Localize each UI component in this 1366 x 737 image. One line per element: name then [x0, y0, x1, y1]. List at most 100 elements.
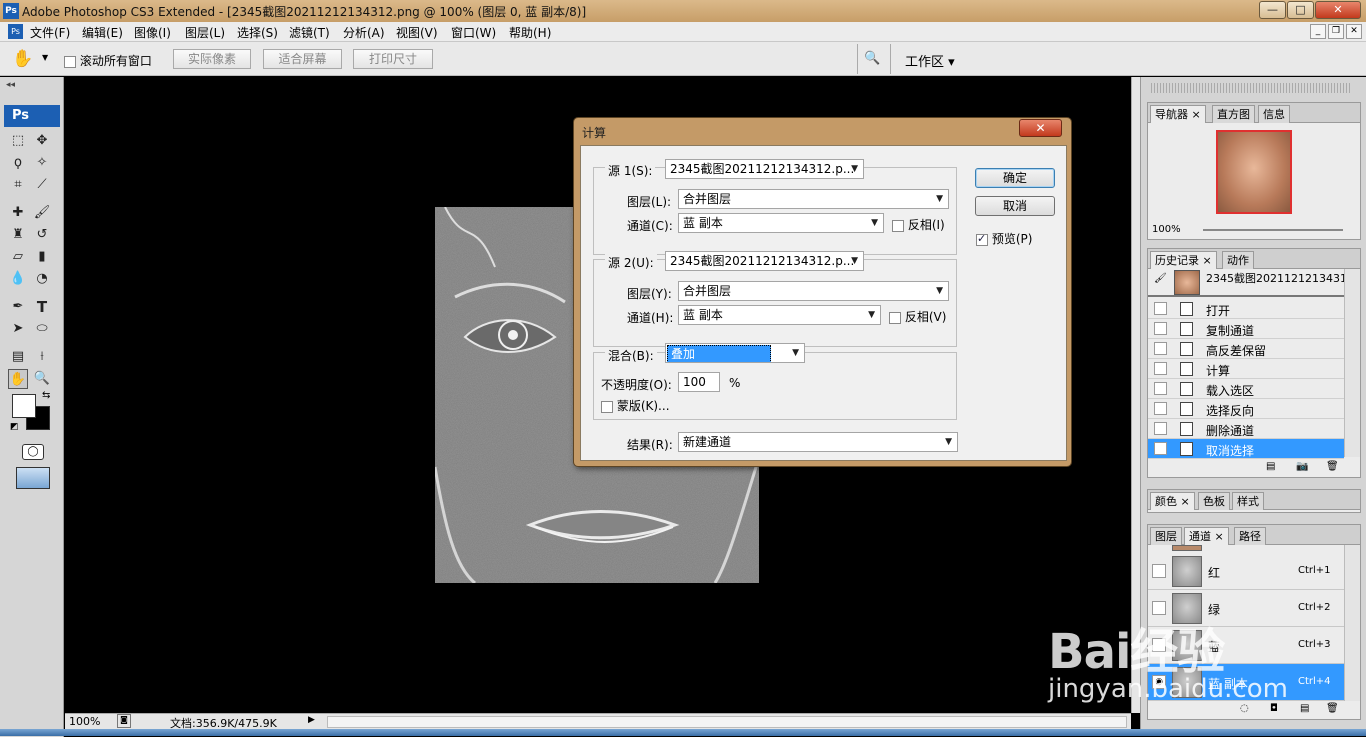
mask-option[interactable]: 蒙版(K)... — [601, 397, 670, 414]
zoom-tool-icon[interactable]: 🔍 — [32, 369, 52, 389]
history-source-box[interactable] — [1154, 382, 1167, 395]
zoom-slider[interactable] — [1203, 229, 1343, 231]
minimize-icon[interactable]: — — [1259, 1, 1286, 19]
tab-channels[interactable]: 通道 × — [1184, 527, 1229, 545]
visibility-toggle[interactable] — [1152, 564, 1166, 578]
tab-swatches[interactable]: 色板 — [1198, 492, 1230, 510]
print-size-button[interactable]: 打印尺寸 — [353, 49, 433, 69]
history-item[interactable]: 取消选择 — [1148, 439, 1344, 459]
tab-history[interactable]: 历史记录 × — [1150, 251, 1217, 269]
history-item[interactable]: 复制通道 — [1148, 319, 1344, 339]
snapshot-brush-icon[interactable]: 🖌 — [1154, 273, 1167, 284]
healing-brush-icon[interactable]: ✚ — [8, 203, 28, 223]
history-source-box[interactable] — [1154, 302, 1167, 315]
clone-stamp-icon[interactable]: ♜ — [8, 225, 28, 245]
channel-row[interactable]: 红 Ctrl+1 — [1148, 553, 1344, 590]
crop-tool-icon[interactable]: ⌗ — [8, 175, 28, 195]
layer2-select[interactable]: 合并图层 ▼ — [678, 281, 949, 301]
maximize-icon[interactable]: □ — [1287, 1, 1314, 19]
doc-minimize-icon[interactable]: _ — [1310, 24, 1326, 39]
menu-filter[interactable]: 滤镜(T) — [289, 24, 330, 41]
channel1-select[interactable]: 蓝 副本 ▼ — [678, 213, 884, 233]
pen-tool-icon[interactable]: ✒ — [8, 297, 28, 317]
blur-tool-icon[interactable]: 💧 — [8, 269, 28, 289]
move-tool-icon[interactable]: ✥ — [32, 131, 52, 151]
history-item[interactable]: 载入选区 — [1148, 379, 1344, 399]
tool-preset-arrow-icon[interactable]: ▼ — [42, 53, 48, 62]
preview-option[interactable]: 预览(P) — [976, 230, 1032, 247]
delete-channel-icon[interactable]: 🗑 — [1326, 703, 1339, 714]
invert2-checkbox[interactable] — [889, 311, 901, 324]
zoom-level[interactable]: 100% — [69, 715, 100, 728]
collapse-icon[interactable]: ◂◂ — [6, 80, 15, 90]
slice-tool-icon[interactable]: ⟋ — [32, 175, 52, 195]
path-select-icon[interactable]: ➤ — [8, 319, 28, 339]
menu-layer[interactable]: 图层(L) — [185, 24, 225, 41]
menu-edit[interactable]: 编辑(E) — [82, 24, 123, 41]
trash-icon[interactable]: 🗑 — [1326, 461, 1339, 472]
tab-layers[interactable]: 图层 — [1150, 527, 1182, 545]
history-source-box[interactable] — [1154, 362, 1167, 375]
status-expand-icon[interactable]: ▶ — [308, 715, 315, 725]
gradient-tool-icon[interactable]: ▮ — [32, 247, 52, 267]
status-menu-icon[interactable]: ◙ — [117, 714, 131, 728]
tab-paths[interactable]: 路径 — [1234, 527, 1266, 545]
magic-wand-icon[interactable]: ✧ — [32, 153, 52, 173]
close-icon[interactable]: ✕ — [1315, 1, 1361, 19]
source2-select[interactable]: 2345截图20211212134312.p... ▼ — [665, 251, 864, 271]
layer1-select[interactable]: 合并图层 ▼ — [678, 189, 949, 209]
eyedropper-icon[interactable]: ⟊ — [32, 347, 52, 367]
new-document-icon[interactable]: ▤ — [1266, 461, 1275, 472]
dock-grip[interactable] — [1151, 83, 1351, 93]
save-selection-icon[interactable]: ◘ — [1270, 703, 1278, 714]
bridge-icon[interactable]: 🔍 — [864, 51, 880, 66]
source1-select[interactable]: 2345截图20211212134312.p... ▼ — [665, 159, 864, 179]
ellipse-tool-icon[interactable]: ⬭ — [32, 319, 52, 339]
quick-mask-icon[interactable]: ◯ — [22, 444, 44, 460]
notes-tool-icon[interactable]: ▤ — [8, 347, 28, 367]
document-icon[interactable]: Ps — [8, 24, 23, 39]
hand-tool-selected-icon[interactable]: ✋ — [8, 369, 28, 389]
history-item[interactable]: 删除通道 — [1148, 419, 1344, 439]
result-select[interactable]: 新建通道 ▼ — [678, 432, 958, 452]
foreground-color-swatch[interactable] — [12, 394, 36, 418]
history-source-box[interactable] — [1154, 322, 1167, 335]
history-snapshot[interactable]: 🖌 2345截图2021121213431... — [1148, 269, 1357, 297]
ok-button[interactable]: 确定 — [975, 168, 1055, 188]
new-snapshot-icon[interactable]: 📷 — [1296, 461, 1308, 472]
swap-colors-icon[interactable]: ⇆ — [42, 390, 50, 401]
history-item[interactable]: 计算 — [1148, 359, 1344, 379]
dodge-tool-icon[interactable]: ◔ — [32, 269, 52, 289]
doc-restore-icon[interactable]: ❐ — [1328, 24, 1344, 39]
default-colors-icon[interactable]: ◩ — [10, 422, 19, 432]
windows-taskbar[interactable] — [0, 729, 1366, 736]
preview-checkbox[interactable] — [976, 232, 988, 246]
eraser-tool-icon[interactable]: ▱ — [8, 247, 28, 267]
channel2-select[interactable]: 蓝 副本 ▼ — [678, 305, 881, 325]
menu-analysis[interactable]: 分析(A) — [343, 24, 385, 41]
history-source-box[interactable] — [1154, 342, 1167, 355]
history-scrollbar[interactable] — [1344, 269, 1360, 457]
dialog-close-icon[interactable]: ✕ — [1019, 119, 1062, 137]
scroll-all-windows-option[interactable]: 滚动所有窗口 — [64, 52, 152, 69]
history-source-box[interactable] — [1154, 402, 1167, 415]
tab-info[interactable]: 信息 — [1258, 105, 1290, 123]
invert1-option[interactable]: 反相(I) — [892, 216, 945, 233]
hand-tool-icon[interactable]: ✋ — [12, 49, 33, 69]
type-tool-icon[interactable]: T — [32, 297, 52, 317]
history-brush-icon[interactable]: ↺ — [32, 225, 52, 245]
history-source-box[interactable] — [1154, 422, 1167, 435]
new-channel-icon[interactable]: ▤ — [1300, 703, 1309, 714]
navigator-thumbnail[interactable] — [1216, 130, 1292, 214]
doc-close-icon[interactable]: ✕ — [1346, 24, 1362, 39]
menu-help[interactable]: 帮助(H) — [509, 24, 551, 41]
tab-histogram[interactable]: 直方图 — [1212, 105, 1255, 123]
lasso-tool-icon[interactable]: ϙ — [8, 153, 28, 173]
tab-color[interactable]: 颜色 × — [1150, 492, 1195, 510]
menu-window[interactable]: 窗口(W) — [451, 24, 496, 41]
brush-tool-icon[interactable]: 🖌 — [32, 203, 52, 223]
menu-image[interactable]: 图像(I) — [134, 24, 171, 41]
screen-mode-icon[interactable] — [16, 467, 50, 489]
history-source-box[interactable] — [1154, 442, 1167, 455]
horizontal-scrollbar[interactable] — [327, 716, 1127, 728]
